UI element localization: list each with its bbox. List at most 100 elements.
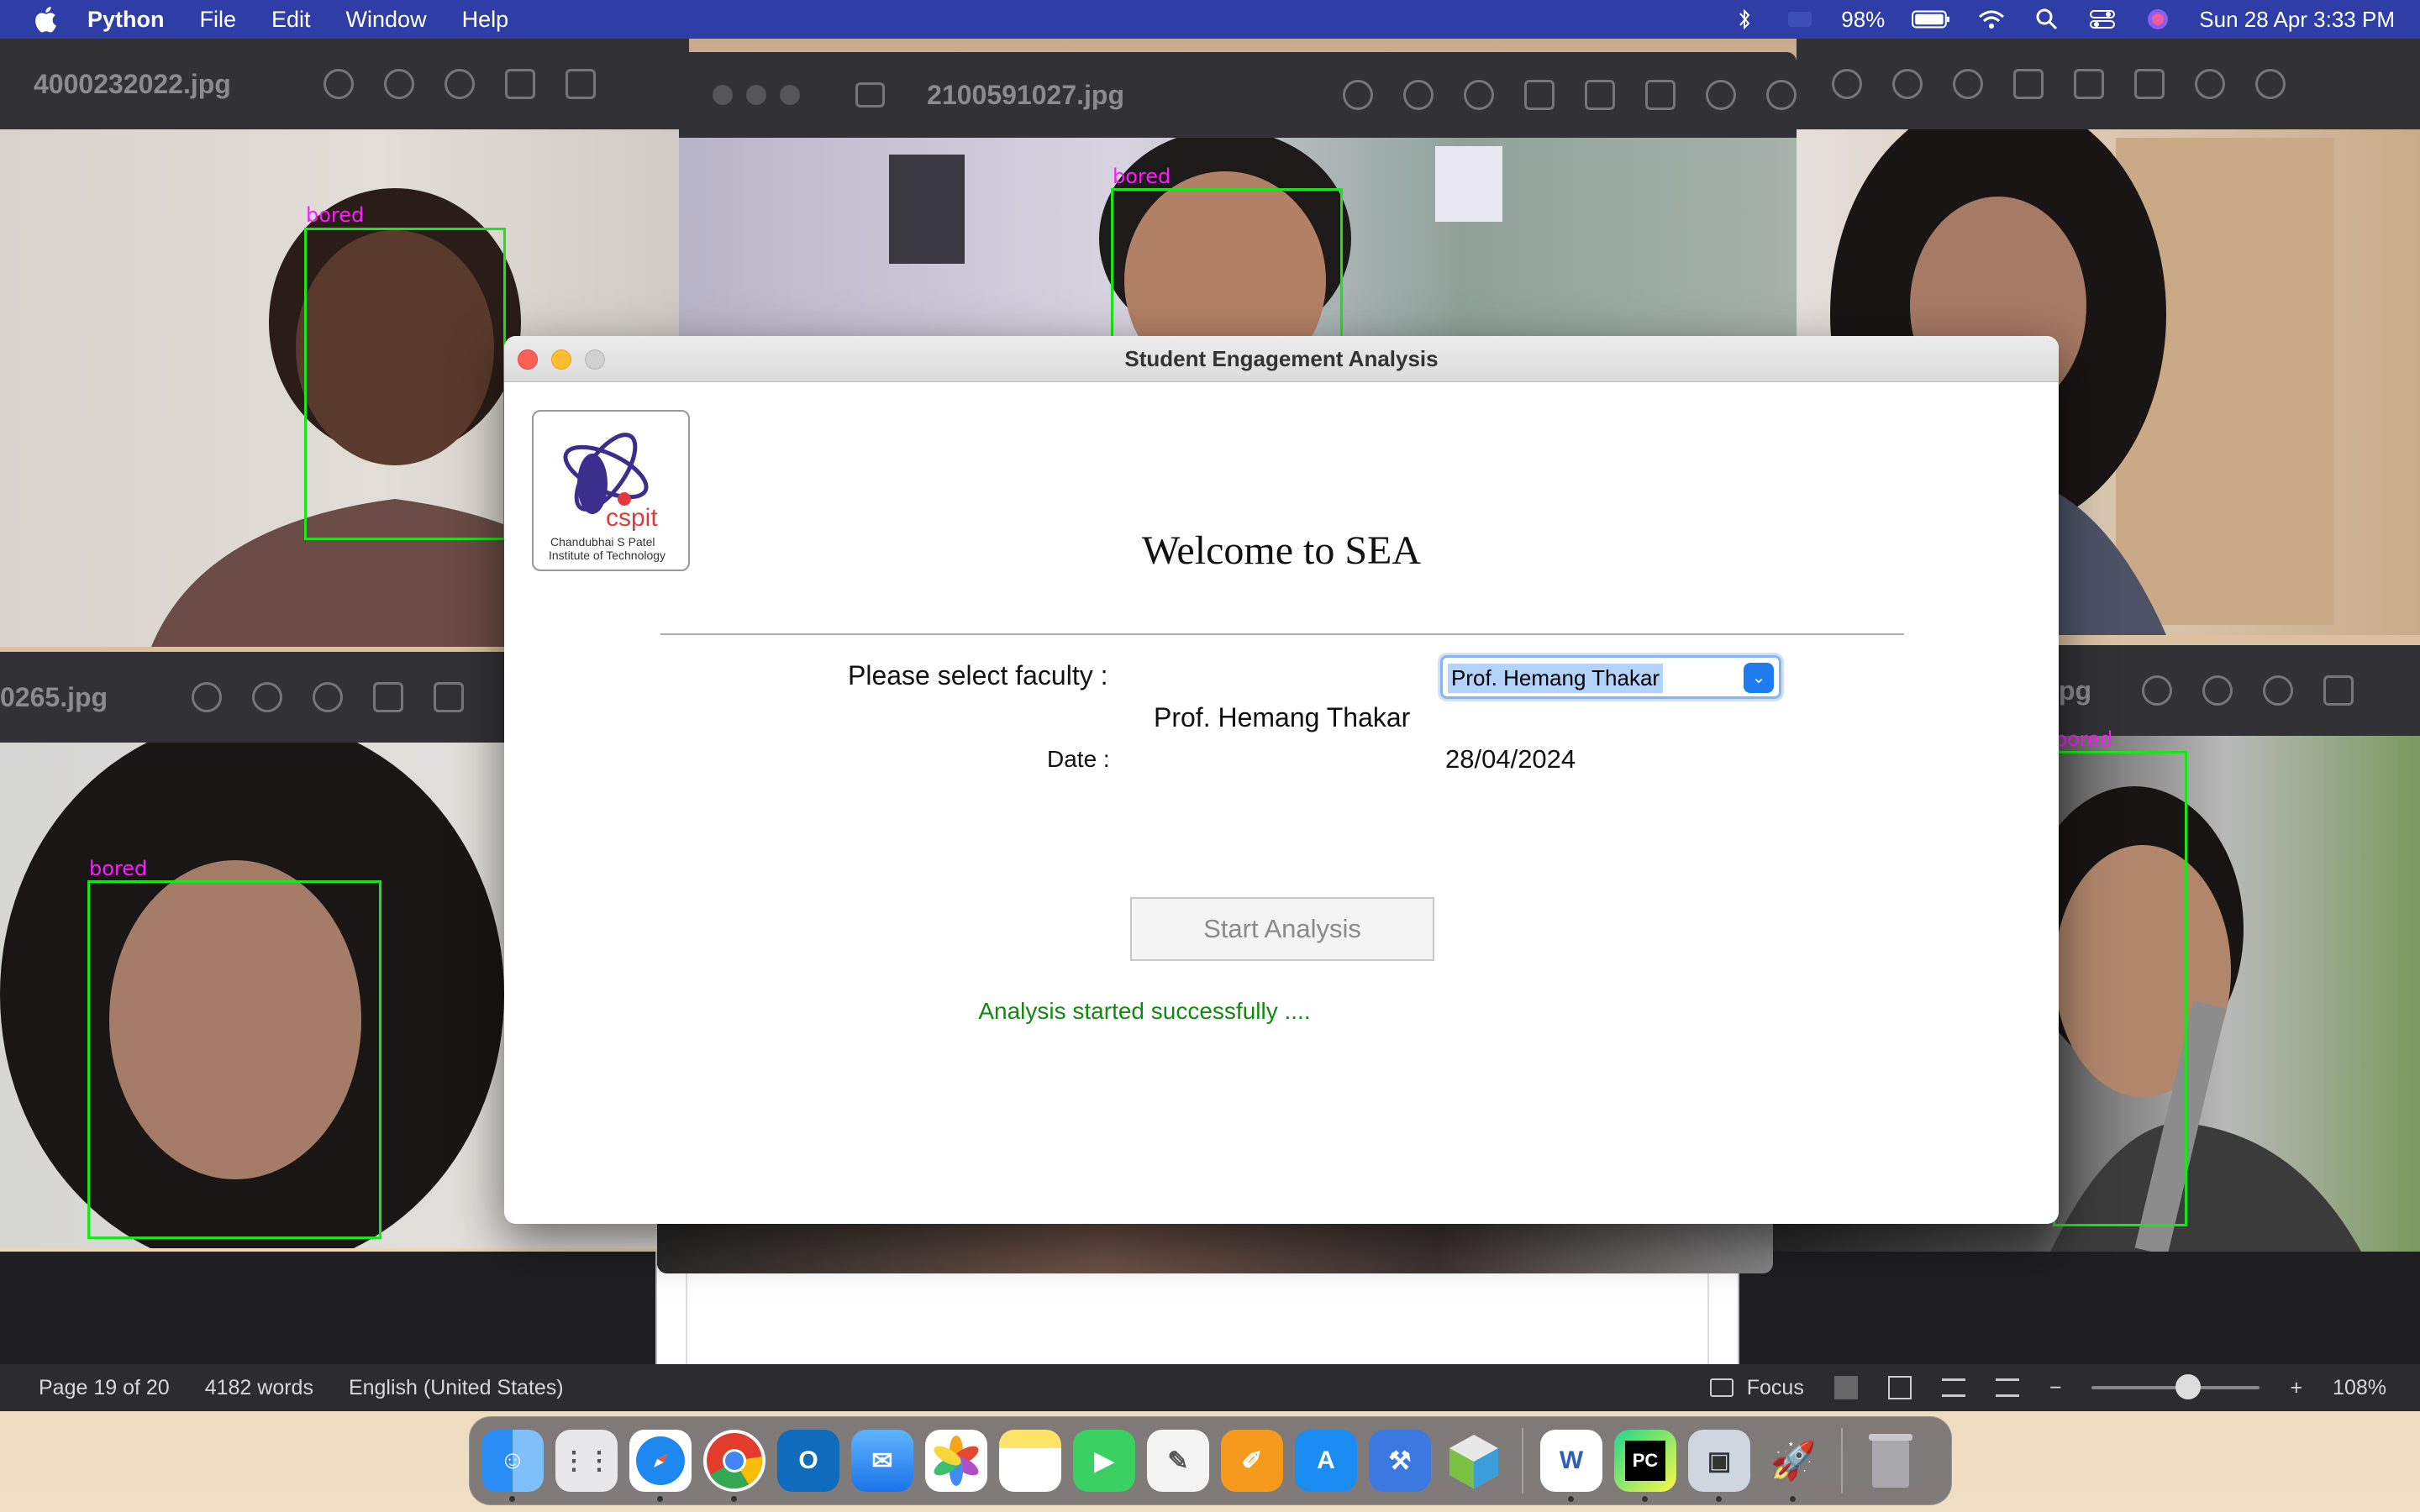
faculty-select-value[interactable]: Prof. Hemang Thakar	[1448, 664, 1664, 693]
markup-icon[interactable]	[434, 682, 465, 712]
share-icon[interactable]	[1524, 80, 1555, 110]
clock[interactable]: Sun 28 Apr 3:33 PM	[2199, 7, 2395, 33]
faculty-select[interactable]: Prof. Hemang Thakar ⌄	[1440, 655, 1781, 699]
zoom-level[interactable]: 108%	[2333, 1376, 2386, 1400]
safari-icon[interactable]	[629, 1430, 692, 1502]
web-layout-icon[interactable]	[1887, 1376, 1912, 1399]
dock-separator	[1841, 1428, 1843, 1494]
preview-toolbar: 4000232022.jpg	[0, 39, 689, 129]
focus-label[interactable]: Focus	[1747, 1376, 1804, 1400]
zoom-out-icon[interactable]	[252, 682, 283, 712]
word-window[interactable]: Page 19 of 20 4182 words English (United…	[0, 1252, 2420, 1411]
zoom-out-icon[interactable]	[1892, 69, 1923, 99]
info-icon[interactable]	[2142, 675, 2173, 706]
menu-file[interactable]: File	[200, 7, 237, 33]
siri-icon[interactable]	[2144, 7, 2172, 32]
textedit-icon[interactable]: ✎	[1147, 1430, 1209, 1492]
finder-icon[interactable]: ☺	[481, 1430, 544, 1502]
share-icon[interactable]	[504, 69, 535, 99]
maximize-button[interactable]	[585, 349, 605, 370]
launchpad-icon[interactable]: ⋮⋮	[555, 1430, 618, 1492]
date-value: 28/04/2024	[1445, 744, 1576, 774]
control-center-icon[interactable]	[2088, 7, 2117, 32]
zoom-out-icon[interactable]	[1403, 80, 1434, 110]
sidebar-icon[interactable]	[855, 82, 886, 108]
face-box	[2053, 751, 2187, 1226]
trash-icon[interactable]	[1860, 1430, 1922, 1492]
menu-edit[interactable]: Edit	[271, 7, 311, 33]
zoom-slider[interactable]	[2091, 1374, 2260, 1399]
start-analysis-button[interactable]: Start Analysis	[1130, 897, 1434, 961]
face-label: bored	[306, 203, 365, 227]
info-icon[interactable]	[192, 682, 223, 712]
dialog-titlebar[interactable]: Student Engagement Analysis	[504, 336, 2059, 382]
rotate-icon[interactable]	[2134, 69, 2165, 99]
draft-icon[interactable]	[1995, 1378, 2019, 1397]
status-message: Analysis started successfully ....	[978, 998, 1311, 1024]
photos-icon[interactable]	[925, 1430, 987, 1492]
markup-icon[interactable]	[565, 69, 596, 99]
menu-window[interactable]: Window	[346, 7, 427, 33]
outlook-icon[interactable]: O	[777, 1430, 839, 1492]
chrome-icon[interactable]	[703, 1430, 765, 1502]
zoom-in-icon[interactable]	[2263, 675, 2294, 706]
menu-help[interactable]: Help	[462, 7, 509, 33]
student-engagement-dialog[interactable]: Student Engagement Analysis cspit Chandu…	[504, 336, 2059, 1224]
rocket-icon[interactable]: 🚀	[1762, 1430, 1824, 1502]
xcode-icon[interactable]: ⚒	[1369, 1430, 1431, 1492]
print-layout-icon[interactable]	[1833, 1376, 1858, 1399]
annotate-icon[interactable]	[2195, 69, 2225, 99]
pycharm-icon[interactable]: PC	[1614, 1430, 1676, 1502]
battery-icon[interactable]	[1912, 7, 1950, 32]
pages-icon[interactable]: ✐	[1221, 1430, 1283, 1492]
mail-icon[interactable]: ✉	[851, 1430, 913, 1492]
search-icon[interactable]	[2255, 69, 2286, 99]
wifi-icon[interactable]	[1977, 7, 2006, 32]
zoom-out-icon[interactable]	[2202, 675, 2233, 706]
annotate-icon[interactable]	[1706, 80, 1736, 110]
share-icon[interactable]	[2323, 675, 2354, 706]
page-count[interactable]: Page 19 of 20	[39, 1376, 170, 1400]
search-icon[interactable]	[1766, 80, 1797, 110]
language[interactable]: English (United States)	[349, 1376, 564, 1400]
screen-record-icon[interactable]	[1786, 7, 1814, 32]
share-icon[interactable]	[2013, 69, 2044, 99]
minimize-button[interactable]	[551, 349, 571, 370]
close-button[interactable]	[518, 349, 538, 370]
face-label: bored	[1113, 165, 1171, 188]
outline-icon[interactable]	[1941, 1378, 1965, 1397]
app-store-icon[interactable]: A	[1295, 1430, 1357, 1492]
zoom-in-button[interactable]: +	[2290, 1376, 2302, 1400]
word-count[interactable]: 4182 words	[205, 1376, 313, 1400]
window-controls[interactable]	[713, 85, 813, 105]
menu-app-name[interactable]: Python	[87, 7, 165, 33]
info-icon[interactable]	[1343, 80, 1373, 110]
blender-box-icon[interactable]	[1443, 1430, 1505, 1492]
word-status-bar: Page 19 of 20 4182 words English (United…	[0, 1364, 2420, 1411]
zoom-out-button[interactable]: −	[2049, 1376, 2062, 1400]
zoom-in-icon[interactable]	[444, 69, 475, 99]
face-box	[1111, 188, 1343, 348]
info-icon[interactable]	[323, 69, 354, 99]
search-icon[interactable]	[2033, 7, 2061, 32]
apple-icon[interactable]	[32, 4, 62, 34]
zoom-in-icon[interactable]	[313, 682, 344, 712]
markup-icon[interactable]	[2074, 69, 2104, 99]
focus-icon[interactable]	[1709, 1378, 1733, 1397]
notes-icon[interactable]	[999, 1430, 1061, 1492]
facetime-icon[interactable]: ▶	[1073, 1430, 1135, 1492]
rotate-icon[interactable]	[1645, 80, 1676, 110]
chevron-down-icon[interactable]: ⌄	[1744, 663, 1774, 693]
markup-icon[interactable]	[1585, 80, 1615, 110]
share-icon[interactable]	[373, 682, 404, 712]
faculty-label: Please select faculty :	[848, 660, 1108, 690]
word-icon[interactable]: W	[1540, 1430, 1602, 1502]
dialog-title: Student Engagement Analysis	[1124, 346, 1439, 371]
zoom-out-icon[interactable]	[383, 69, 414, 99]
bluetooth-icon[interactable]	[1730, 7, 1759, 32]
zoom-in-icon[interactable]	[1953, 69, 1983, 99]
zoom-slider-knob[interactable]	[2175, 1374, 2202, 1399]
zoom-in-icon[interactable]	[1464, 80, 1494, 110]
info-icon[interactable]	[1832, 69, 1862, 99]
preview-icon[interactable]: ▣	[1688, 1430, 1750, 1502]
